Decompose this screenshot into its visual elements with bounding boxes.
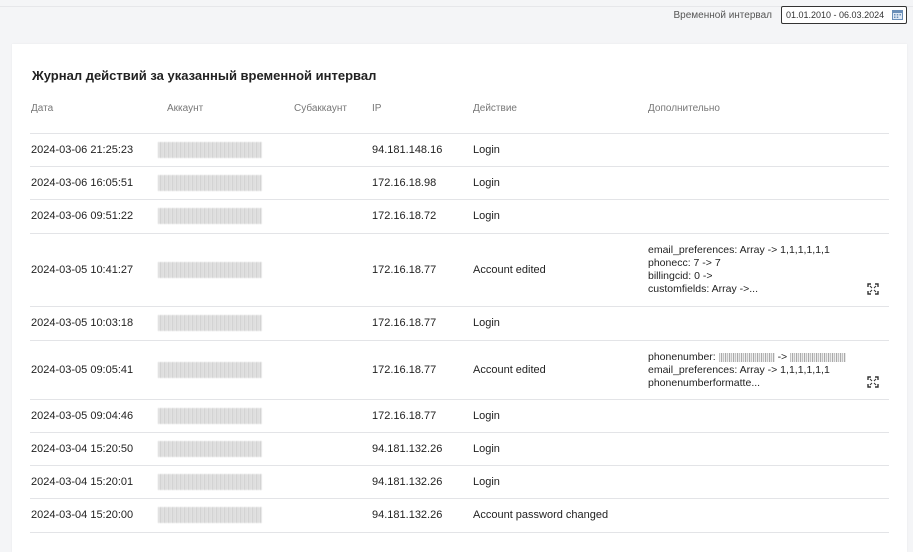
row-ip: 172.16.18.77 (372, 364, 437, 376)
table-row: 2024-03-06 16:05:51 172.16.18.98 Login (30, 166, 889, 200)
table-row: 2024-03-05 09:05:41 172.16.18.77 Account… (30, 340, 889, 400)
table-row: 2024-03-05 09:04:46 172.16.18.77 Login (30, 399, 889, 433)
column-header-ip: IP (372, 103, 382, 114)
row-extra: email_preferences: Array -> 1,1,1,1,1,1 … (648, 244, 830, 296)
extra-line: phonecc: 7 -> 7 (648, 257, 721, 269)
table-row: 2024-03-06 09:51:22 172.16.18.72 Login (30, 199, 889, 233)
row-action: Account edited (473, 364, 546, 376)
extra-line: phonenumberformatte... (648, 377, 761, 389)
row-date: 2024-03-04 15:20:50 (31, 443, 134, 455)
account-redacted (158, 142, 262, 158)
account-redacted (158, 507, 262, 523)
date-range-value: 01.01.2010 - 06.03.2024 (786, 10, 885, 20)
row-ip: 172.16.18.77 (372, 410, 437, 422)
account-redacted (158, 208, 262, 224)
account-redacted (158, 408, 262, 424)
column-header-account: Аккаунт (167, 103, 204, 114)
row-date: 2024-03-05 10:03:18 (31, 317, 134, 329)
account-redacted (158, 175, 262, 191)
column-header-date: Дата (31, 103, 54, 114)
row-ip: 172.16.18.77 (372, 317, 437, 329)
row-action: Account edited (473, 264, 546, 276)
row-action: Login (473, 443, 500, 455)
calendar-icon[interactable] (892, 9, 903, 20)
extra-line: phonenumber: -> (648, 351, 847, 364)
interval-label: Временной интервал (673, 10, 773, 21)
extra-key: phonenumber: (648, 351, 716, 363)
extra-line: customfields: Array ->... (648, 283, 758, 295)
row-action: Login (473, 317, 500, 329)
row-ip: 94.181.148.16 (372, 144, 443, 156)
column-header-extra: Дополнительно (648, 103, 720, 114)
account-redacted (158, 441, 262, 457)
top-bar: Временной интервал 01.01.2010 - 06.03.20… (0, 0, 913, 40)
row-date: 2024-03-05 09:05:41 (31, 364, 134, 376)
expand-icon[interactable] (867, 283, 879, 295)
table-row: 2024-03-05 10:41:27 172.16.18.77 Account… (30, 233, 889, 307)
row-action: Login (473, 144, 500, 156)
activity-log-card: Журнал действий за указанный временной и… (12, 44, 907, 552)
extra-line: email_preferences: Array -> 1,1,1,1,1,1 (648, 364, 830, 376)
row-action: Account password changed (473, 509, 609, 521)
card-title: Журнал действий за указанный временной и… (32, 68, 377, 83)
row-date: 2024-03-06 21:25:23 (31, 144, 134, 156)
table-row: 2024-03-04 15:20:50 94.181.132.26 Login (30, 432, 889, 466)
row-date: 2024-03-06 09:51:22 (31, 210, 134, 222)
table-row: 2024-03-04 15:20:01 94.181.132.26 Login (30, 465, 889, 499)
row-date: 2024-03-04 15:20:01 (31, 476, 134, 488)
row-date: 2024-03-05 09:04:46 (31, 410, 134, 422)
row-extra: phonenumber: -> email_preferences: Array… (648, 351, 847, 390)
row-action: Login (473, 410, 500, 422)
row-date: 2024-03-06 16:05:51 (31, 177, 134, 189)
row-ip: 94.181.132.26 (372, 443, 443, 455)
table-row: 2024-03-04 15:20:00 94.181.132.26 Accoun… (30, 498, 889, 533)
column-header-action: Действие (473, 103, 517, 114)
column-header-subaccount: Субаккаунт (294, 103, 347, 114)
row-action: Login (473, 177, 500, 189)
row-ip: 94.181.132.26 (372, 509, 443, 521)
row-ip: 172.16.18.98 (372, 177, 437, 189)
extra-line: billingcid: 0 -> (648, 270, 713, 282)
account-redacted (158, 474, 262, 490)
row-ip: 172.16.18.72 (372, 210, 437, 222)
value-redacted (718, 352, 775, 362)
row-ip: 172.16.18.77 (372, 264, 437, 276)
value-redacted (790, 352, 847, 362)
row-action: Login (473, 476, 500, 488)
extra-line: email_preferences: Array -> 1,1,1,1,1,1 (648, 244, 830, 256)
date-range-input[interactable]: 01.01.2010 - 06.03.2024 (781, 6, 907, 24)
row-ip: 94.181.132.26 (372, 476, 443, 488)
top-divider (0, 6, 913, 7)
expand-icon[interactable] (867, 376, 879, 388)
extra-arrow: -> (777, 351, 788, 363)
table-row: 2024-03-06 21:25:23 94.181.148.16 Login (30, 133, 889, 167)
account-redacted (158, 362, 262, 378)
row-action: Login (473, 210, 500, 222)
account-redacted (158, 315, 262, 331)
table-row: 2024-03-05 10:03:18 172.16.18.77 Login (30, 306, 889, 340)
account-redacted (158, 262, 262, 278)
row-date: 2024-03-05 10:41:27 (31, 264, 134, 276)
row-date: 2024-03-04 15:20:00 (31, 509, 134, 521)
